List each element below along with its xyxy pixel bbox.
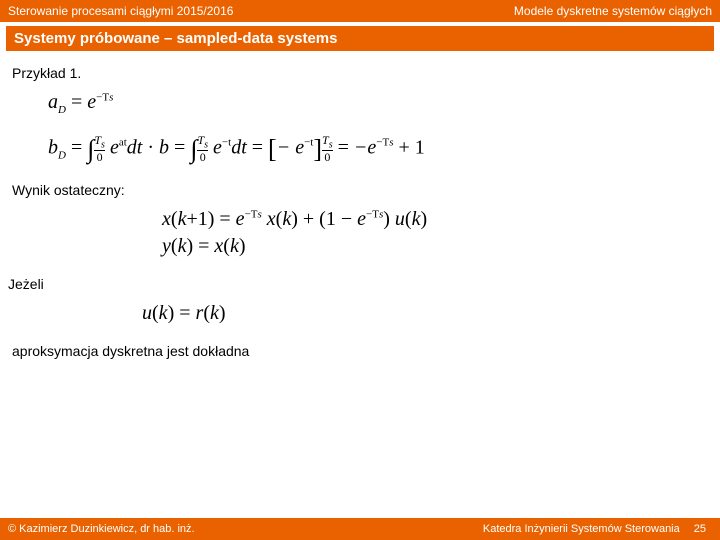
- result-label: Wynik ostateczny:: [12, 182, 708, 198]
- footer-bar: © Kazimierz Duzinkiewicz, dr hab. inż. K…: [0, 518, 720, 540]
- equation-output: y(k) = x(k): [162, 235, 708, 258]
- equation-aD: aD = e−Ts: [48, 91, 708, 116]
- page-number: 25: [688, 523, 712, 535]
- equation-bD: bD = ∫Ts0 eatdt · b = ∫Ts0 e−tdt = [− e−…: [48, 134, 708, 164]
- section-title: Systemy próbowane – sampled-data systems: [6, 26, 714, 51]
- equation-state: x(k+1) = e−Ts x(k) + (1 − e−Ts) u(k): [162, 208, 708, 231]
- approx-label: aproksymacja dyskretna jest dokładna: [12, 343, 708, 359]
- equation-ur: u(k) = r(k): [142, 302, 708, 325]
- slide-content: Przykład 1. aD = e−Ts bD = ∫Ts0 eatdt · …: [0, 51, 720, 359]
- header-left: Sterowanie procesami ciągłymi 2015/2016: [8, 4, 233, 18]
- example-label: Przykład 1.: [12, 65, 708, 81]
- footer-author: © Kazimierz Duzinkiewicz, dr hab. inż.: [8, 523, 195, 535]
- header-bar: Sterowanie procesami ciągłymi 2015/2016 …: [0, 0, 720, 22]
- footer-dept: Katedra Inżynierii Systemów Sterowania: [483, 523, 680, 535]
- if-label: Jeżeli: [8, 276, 708, 292]
- header-right: Modele dyskretne systemów ciągłych: [514, 4, 712, 18]
